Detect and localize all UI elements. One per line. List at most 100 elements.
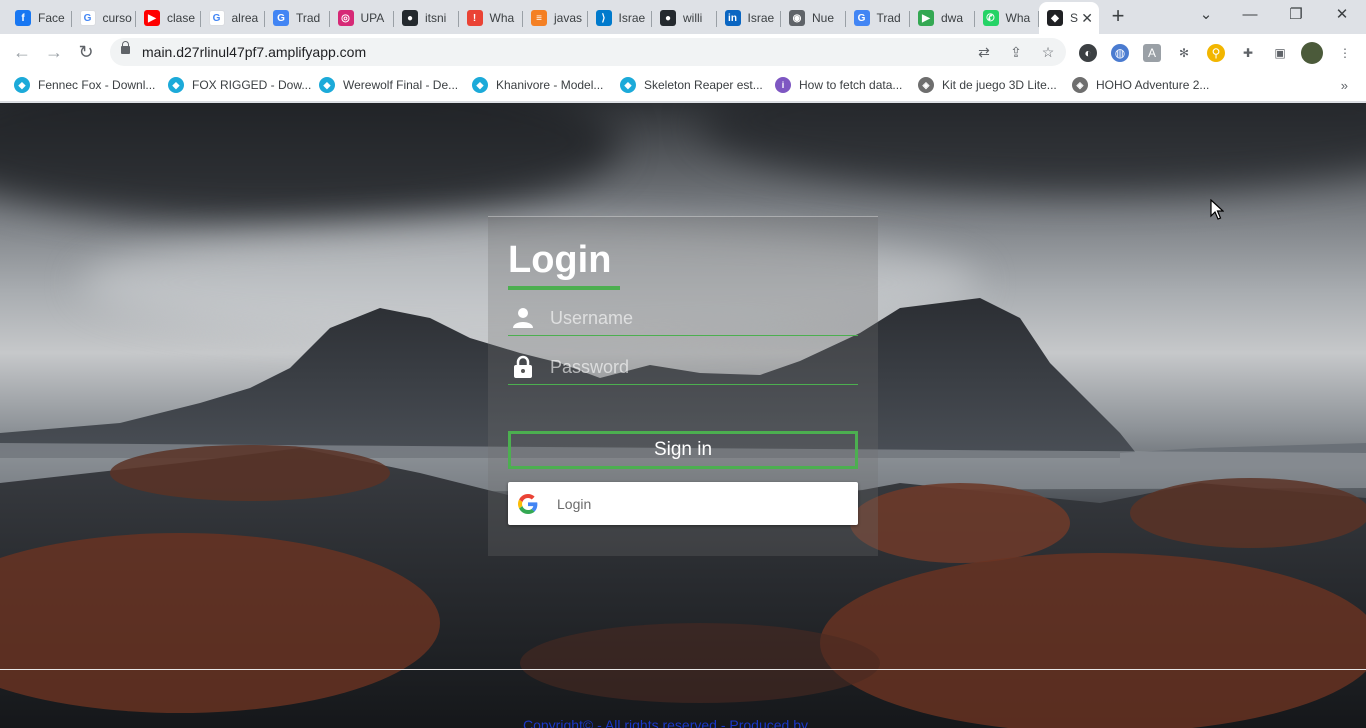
chrome-icon: ◉ [789,10,805,26]
play-icon: ▶ [918,10,934,26]
browser-tab[interactable]: f Face [7,4,72,32]
tab-label: Trad [296,11,321,25]
google-login-button[interactable]: Login [508,482,858,525]
login-card: Login Sign in Login [488,216,878,556]
tab-label: Wha [1005,11,1031,25]
browser-tab[interactable]: ▶ dwa [910,4,975,32]
new-tab-button[interactable]: + [1104,5,1132,29]
unity-icon: ◈ [1072,77,1088,93]
browser-tab[interactable]: ! Wha [459,4,523,32]
browser-tab[interactable]: ≡ javas [523,4,588,32]
footer-copyright: Copyright© - All rights reserved - Produ… [523,717,808,728]
bug-extension-icon[interactable]: ✻ [1175,44,1193,62]
bookmark-label: Skeleton Reaper est... [644,78,763,92]
password-field [508,351,858,385]
restore-button[interactable]: ❐ [1274,4,1318,26]
tab-label: javas [554,11,583,25]
bookmark-item[interactable]: ◆ Khanivore - Model... [472,77,603,93]
tab-label: Nue [812,11,835,25]
unity-icon: ◈ [918,77,934,93]
menu-kebab-icon[interactable]: ⋮ [1336,44,1354,62]
tab-search-chevron-icon[interactable]: ⌄ [1184,4,1228,26]
extension-icon[interactable]: ◐ [1079,44,1097,62]
translate-icon: G [273,10,289,26]
tab-strip: f Face Gcurso ▶ clase Galrea G Trad ◎ UPA ● itsni! W… [0,0,1366,34]
side-panel-icon[interactable]: ▣ [1271,44,1289,62]
bookmark-item[interactable]: ◆ Skeleton Reaper est... [620,77,763,93]
sign-in-button[interactable]: Sign in [508,431,858,469]
mouse-cursor-icon [1210,199,1224,220]
tab-label: clase [167,11,196,25]
browser-tab[interactable]: G Trad [846,4,910,32]
minimize-button[interactable]: — [1228,4,1272,26]
lock-icon[interactable] [121,41,130,54]
vscode-icon: ⟩ [595,10,612,26]
puzzle-extensions-icon[interactable]: ✚ [1239,44,1257,62]
footer-divider [0,669,1366,670]
browser-tab[interactable]: Galrea [201,4,265,32]
browser-tab[interactable]: ● itsni [394,4,459,32]
tab-label: Israe [618,11,646,25]
password-input[interactable] [550,353,850,381]
instagram-icon: ◎ [337,10,354,26]
tab-label: alrea [231,11,259,25]
tab-label: UPA [360,11,385,25]
browser-tab[interactable]: in Israe [717,4,781,32]
sketchfab-icon: ◆ [319,77,335,93]
browser-tab[interactable]: ⟩ Israe [588,4,652,32]
translate-icon[interactable]: ⇄ [976,44,992,60]
title-underline [508,286,620,290]
facebook-icon: f [15,10,31,26]
browser-tab[interactable]: Gcurso [72,4,136,32]
warning-icon: ! [466,10,483,26]
close-tab-icon[interactable]: ✕ [1081,10,1093,27]
bookmarks-bar: » ◆ Fennec Fox - Downl... ◆ FOX RIGGED - Do… [0,70,1366,102]
bookmark-item[interactable]: ◈ HOHO Adventure 2... [1072,77,1209,93]
bookmark-label: Werewolf Final - De... [343,78,459,92]
browser-tab[interactable]: ◆ S ✕ [1039,2,1099,34]
browser-tab[interactable]: ● willi [652,4,717,32]
bookmark-label: Khanivore - Model... [496,78,604,92]
tab-label: S [1070,11,1079,25]
sketchfab-icon: ◆ [14,77,30,93]
bookmark-item[interactable]: ◆ Fennec Fox - Downl... [14,77,155,93]
browser-tab[interactable]: ▶ clase [136,4,201,32]
bookmark-label: HOHO Adventure 2... [1096,78,1210,92]
pdf-extension-icon[interactable]: A [1143,44,1161,62]
username-input[interactable] [550,304,850,332]
bookmark-star-icon[interactable]: ☆ [1040,44,1056,60]
github-icon: ● [660,10,676,26]
address-bar[interactable]: main.d27rlinul47pf7.amplifyapp.com ⇄ ⇪ ☆ [110,38,1066,66]
close-window-button[interactable]: ✕ [1320,4,1364,26]
bookmark-item[interactable]: ◆ FOX RIGGED - Dow... [168,77,311,93]
back-arrow-icon[interactable]: ← [10,40,34,64]
bookmark-item[interactable]: i How to fetch data... [775,77,902,93]
reload-icon[interactable]: ↻ [74,40,98,64]
youtube-icon: ▶ [144,10,160,26]
tab-label: Face [38,11,65,25]
key-extension-icon[interactable]: ⚲ [1207,44,1225,62]
forward-arrow-icon[interactable]: → [42,40,66,64]
bookmark-label: FOX RIGGED - Dow... [192,78,312,92]
tab-label: Trad [876,11,901,25]
browser-tab[interactable]: ◉ Nue [781,4,846,32]
globe-extension-icon[interactable]: ◍ [1111,44,1129,62]
github-icon: ● [402,10,418,26]
tab-label: Wha [489,11,515,25]
bookmark-item[interactable]: ◈ Kit de juego 3D Lite... [918,77,1057,93]
site-icon: ◆ [1047,10,1063,26]
profile-avatar[interactable] [1301,42,1323,64]
tab-label: itsni [425,11,447,25]
bookmark-label: Kit de juego 3D Lite... [942,78,1057,92]
sketchfab-icon: ◆ [168,77,184,93]
browser-tab[interactable]: ◎ UPA [330,4,394,32]
bookmarks-overflow-icon[interactable]: » [1341,78,1348,93]
browser-tab[interactable]: G Trad [265,4,330,32]
page-viewport: Login Sign in Login [0,103,1366,728]
browser-tab[interactable]: ✆ Wha [975,4,1039,32]
tab-label: willi [683,11,703,25]
bookmark-item[interactable]: ◆ Werewolf Final - De... [319,77,458,93]
translate-icon: G [853,10,870,26]
tab-label: dwa [941,11,964,25]
share-icon[interactable]: ⇪ [1008,44,1024,60]
